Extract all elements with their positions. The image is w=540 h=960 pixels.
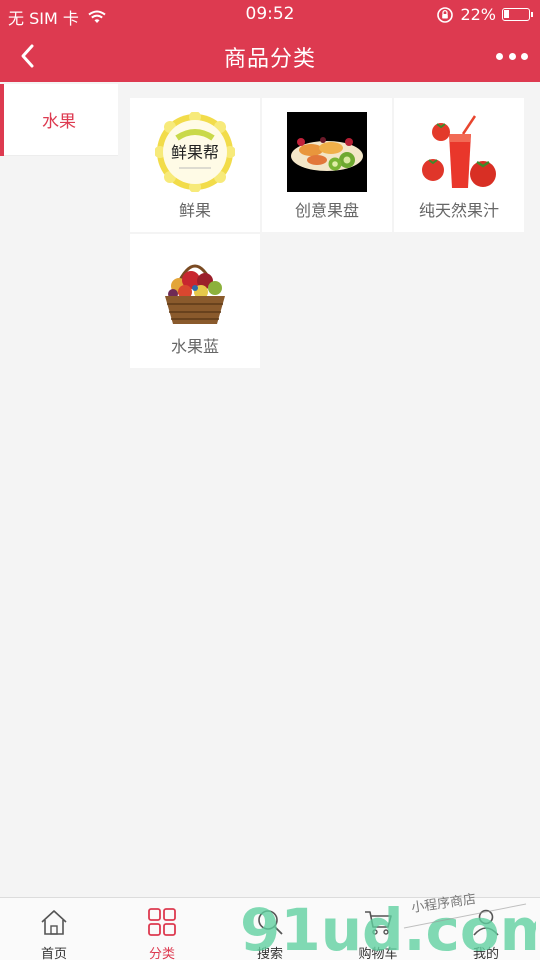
tab-profile[interactable]: 我的 (432, 898, 540, 960)
product-label: 鲜果 (178, 201, 211, 220)
battery-fill (504, 10, 509, 18)
cart-icon (365, 911, 392, 935)
tab-label: 搜索 (256, 947, 283, 960)
fruit-basket-photo (155, 248, 235, 328)
nav-bar: 商品分类 (0, 30, 540, 82)
tomato-juice-photo (419, 112, 499, 192)
fruit-platter-photo (287, 112, 367, 192)
tab-category[interactable]: 分类 (108, 898, 216, 960)
tab-search[interactable]: 搜索 (216, 898, 324, 960)
product-card-fresh-fruit[interactable]: 鲜果帮 鲜果 (130, 98, 260, 232)
user-icon (473, 909, 499, 936)
product-card-natural-juice[interactable]: 纯天然果汁 (394, 98, 524, 232)
logo-text: 鲜果帮 (171, 143, 219, 162)
more-dot-icon (521, 52, 528, 60)
tab-home[interactable]: 首页 (0, 898, 108, 960)
tab-label: 首页 (40, 947, 67, 960)
battery-icon (502, 8, 533, 21)
page-title: 商品分类 (223, 47, 316, 72)
tab-label: 购物车 (358, 947, 398, 960)
sidebar-item-fruit[interactable]: 水果 (0, 84, 118, 156)
sidebar-item-label: 水果 (42, 112, 76, 132)
more-dot-icon (508, 52, 516, 60)
more-dot-icon (496, 52, 503, 60)
orientation-lock-icon (437, 6, 454, 23)
tab-label: 分类 (148, 947, 175, 960)
search-icon (258, 910, 283, 935)
product-card-fruit-basket[interactable]: 水果蓝 (130, 234, 260, 368)
product-label: 纯天然果汁 (418, 201, 499, 220)
tab-label: 我的 (472, 947, 499, 960)
more-button[interactable] (494, 44, 530, 68)
xianguobang-logo: 鲜果帮 (155, 112, 235, 192)
category-sidebar: 水果 (0, 84, 118, 156)
status-right: 22% (436, 5, 533, 24)
battery-percent: 22% (460, 5, 496, 24)
product-label: 水果蓝 (170, 337, 219, 356)
tab-cart[interactable]: 购物车 (324, 898, 432, 960)
product-card-fruit-platter[interactable]: 创意果盘 (262, 98, 392, 232)
product-label: 创意果盘 (294, 201, 359, 220)
status-bar: 无 SIM 卡 09:52 22% (0, 0, 540, 30)
grid-icon (148, 908, 176, 936)
tab-bar: 首页 分类 搜索 购物车 我的 (0, 897, 540, 960)
home-icon (41, 910, 67, 935)
